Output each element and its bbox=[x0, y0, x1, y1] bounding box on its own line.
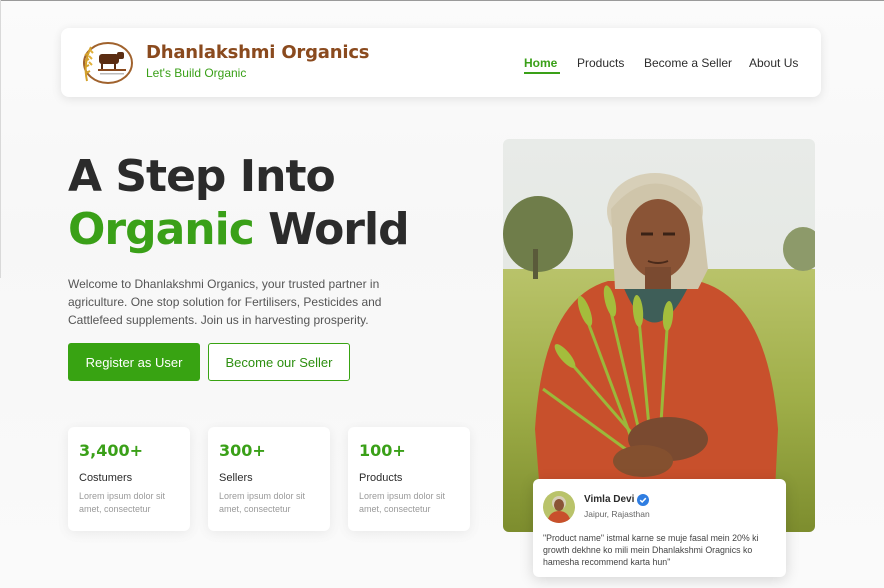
navbar: Dhanlakshmi Organics Let's Build Organic… bbox=[61, 28, 821, 97]
register-user-button[interactable]: Register as User bbox=[68, 343, 200, 381]
stat-text: Lorem ipsum dolor sit amet, consectetur bbox=[359, 491, 446, 514]
hero-title-line2: Organic World bbox=[68, 203, 410, 256]
hero-title: A Step Into Organic World bbox=[68, 150, 410, 256]
left-border bbox=[0, 0, 1, 278]
brand-name[interactable]: Dhanlakshmi Organics bbox=[146, 42, 370, 63]
nav-home[interactable]: Home bbox=[524, 56, 557, 70]
nav-active-underline bbox=[524, 72, 560, 74]
stat-text: Lorem ipsum dolor sit amet, consectetur bbox=[79, 491, 166, 514]
top-border bbox=[0, 0, 884, 1]
stat-label: Products bbox=[359, 472, 403, 484]
testimonial-name: Vimla Devi bbox=[584, 494, 635, 505]
nav-products[interactable]: Products bbox=[577, 56, 624, 70]
stat-card-products: 100+ Products Lorem ipsum dolor sit amet… bbox=[348, 427, 470, 531]
testimonial-location: Jaipur, Rajasthan bbox=[584, 509, 650, 519]
stat-card-customers: 3,400+ Costumers Lorem ipsum dolor sit a… bbox=[68, 427, 190, 531]
stat-value: 3,400+ bbox=[79, 441, 144, 460]
stat-value: 300+ bbox=[219, 441, 266, 460]
stat-value: 100+ bbox=[359, 441, 406, 460]
hero-title-green: Organic bbox=[68, 204, 255, 255]
hero-title-rest: World bbox=[253, 204, 409, 255]
verified-badge-icon bbox=[637, 493, 649, 506]
hero-description: Welcome to Dhanlakshmi Organics, your tr… bbox=[68, 277, 382, 327]
hero-title-line1: A Step Into bbox=[68, 151, 336, 202]
brand-tagline: Let's Build Organic bbox=[146, 66, 247, 80]
become-seller-button[interactable]: Become our Seller bbox=[208, 343, 350, 381]
hero-farmer-image bbox=[503, 139, 815, 532]
nav-about-us[interactable]: About Us bbox=[749, 56, 798, 70]
stat-label: Costumers bbox=[79, 472, 133, 484]
testimonial-card: Vimla Devi Jaipur, Rajasthan "Product na… bbox=[533, 479, 786, 577]
cow-wheat-logo-icon[interactable] bbox=[79, 41, 133, 85]
stat-label: Sellers bbox=[219, 472, 253, 484]
nav-become-seller[interactable]: Become a Seller bbox=[644, 56, 732, 70]
stat-card-sellers: 300+ Sellers Lorem ipsum dolor sit amet,… bbox=[208, 427, 330, 531]
testimonial-quote: "Product name" istmal karne se muje fasa… bbox=[543, 533, 759, 567]
stat-text: Lorem ipsum dolor sit amet, consectetur bbox=[219, 491, 306, 514]
avatar bbox=[543, 491, 575, 523]
